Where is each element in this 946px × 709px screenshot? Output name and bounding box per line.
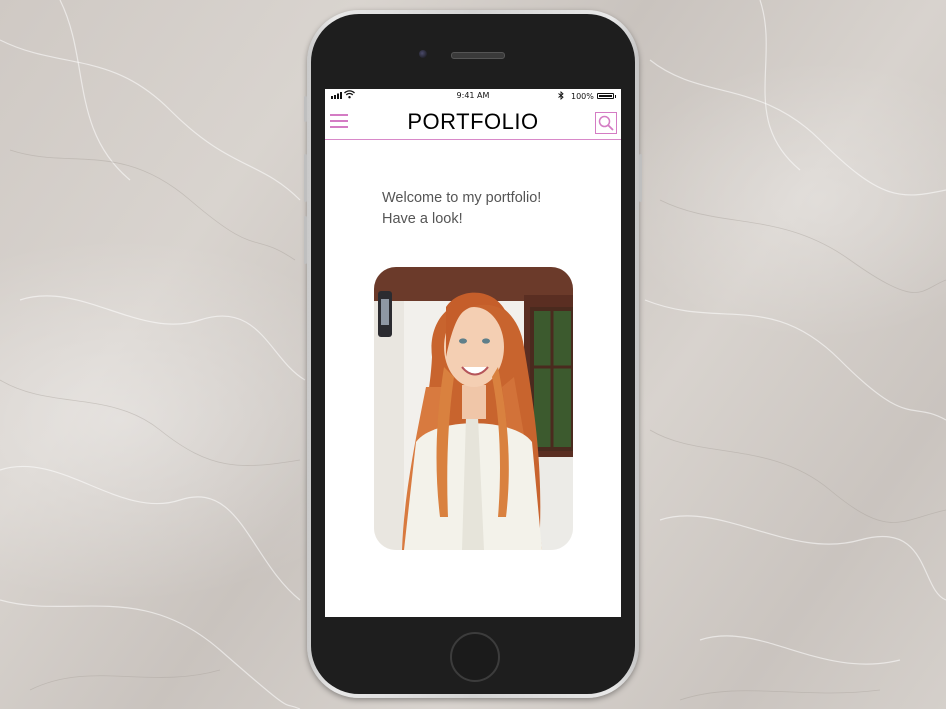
front-camera [419, 50, 427, 58]
welcome-message: Welcome to my portfolio! Have a look! [382, 188, 602, 230]
volume-up-button [304, 154, 307, 202]
bluetooth-icon [558, 91, 564, 100]
mute-switch [304, 96, 307, 122]
welcome-line-2: Have a look! [382, 211, 463, 227]
battery-percentage: 100% [571, 92, 594, 101]
search-button[interactable] [595, 112, 617, 134]
status-bar: 9:41 AM 100% [325, 89, 621, 103]
battery-icon [597, 93, 614, 99]
page-title: PORTFOLIO [407, 109, 539, 134]
home-button[interactable] [450, 632, 500, 682]
volume-down-button [304, 216, 307, 264]
welcome-line-1: Welcome to my portfolio! [382, 190, 542, 206]
search-icon [598, 115, 614, 131]
earpiece-speaker [451, 52, 505, 59]
profile-photo-illustration [374, 267, 573, 550]
phone-screen: 9:41 AM 100% PORTFOLIO Welcome to my por… [325, 89, 621, 617]
header-nav: PORTFOLIO [325, 103, 621, 140]
battery-fill [599, 95, 612, 97]
profile-photo [374, 267, 573, 550]
power-button [639, 154, 642, 202]
battery-tip [615, 95, 616, 98]
